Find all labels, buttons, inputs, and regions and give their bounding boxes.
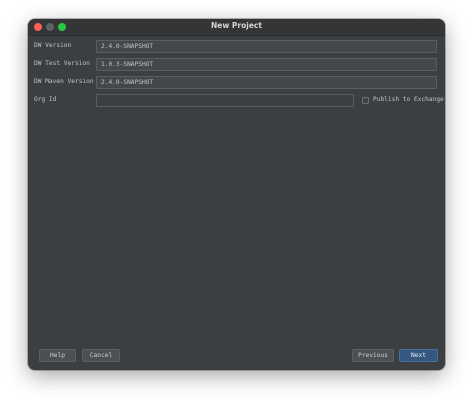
dw-version-row: DW Version 2.4.0-SNAPSHOT <box>28 40 445 53</box>
window-title: New Project <box>211 21 262 30</box>
dw-version-label: DW Version <box>34 42 72 49</box>
org-id-row: Org Id Publish to Exchange <box>28 94 445 107</box>
new-project-dialog: New Project DW Version 2.4.0-SNAPSHOT DW… <box>28 19 445 370</box>
dw-test-version-label: DW Test Version <box>34 60 90 67</box>
dw-maven-version-row: DW Maven Version 2.4.0-SNAPSHOT <box>28 76 445 89</box>
next-button[interactable]: Next <box>399 349 438 362</box>
org-id-label: Org Id <box>34 96 57 103</box>
help-button[interactable]: Help <box>39 349 76 362</box>
previous-button[interactable]: Previous <box>352 349 394 362</box>
dw-maven-version-label: DW Maven Version <box>34 78 94 85</box>
dw-maven-version-input[interactable]: 2.4.0-SNAPSHOT <box>96 76 437 89</box>
dw-version-input[interactable]: 2.4.0-SNAPSHOT <box>96 40 437 53</box>
org-id-input[interactable] <box>96 94 354 107</box>
publish-to-exchange-label[interactable]: Publish to Exchange <box>373 96 444 103</box>
dw-test-version-input[interactable]: 1.0.3-SNAPSHOT <box>96 58 437 71</box>
cancel-button[interactable]: Cancel <box>82 349 120 362</box>
publish-to-exchange-checkbox[interactable] <box>362 97 369 104</box>
title-bar: New Project <box>28 19 445 36</box>
dw-test-version-row: DW Test Version 1.0.3-SNAPSHOT <box>28 58 445 71</box>
